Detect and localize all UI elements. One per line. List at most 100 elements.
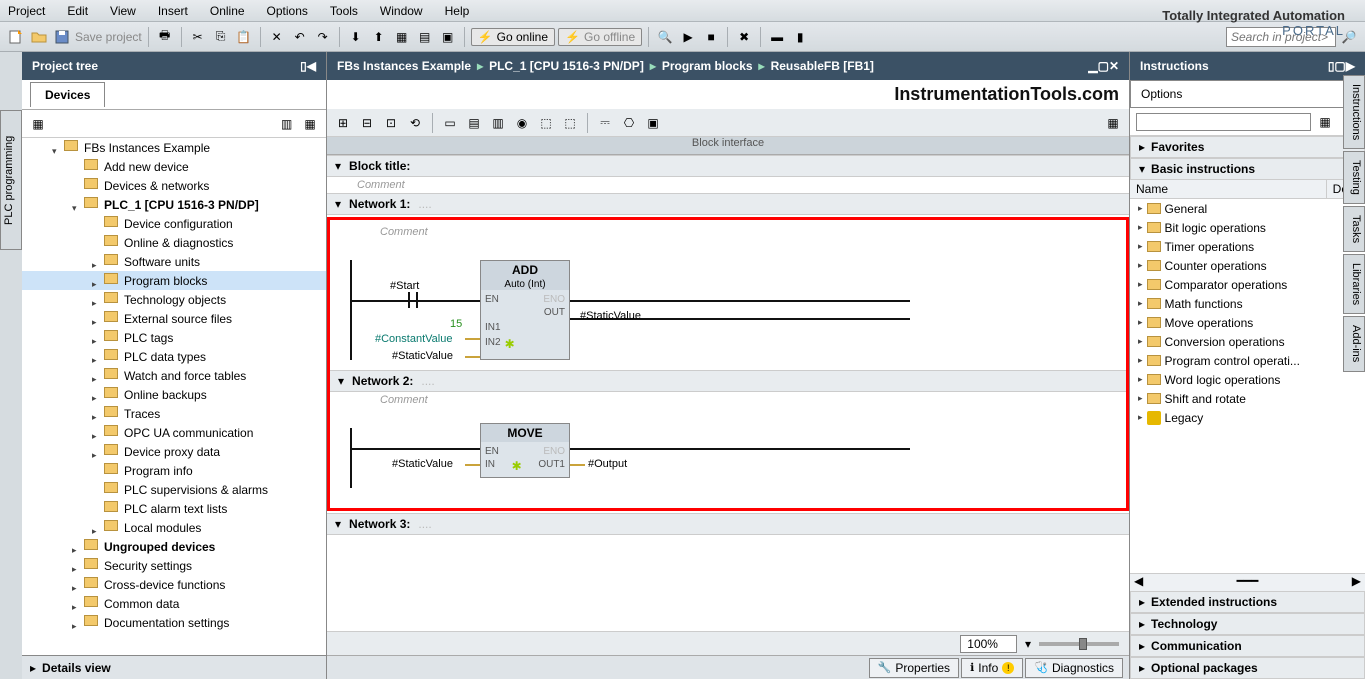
move-in-label[interactable]: #StaticValue [392,458,453,470]
block-comment[interactable]: Comment [327,177,1129,193]
tree-item[interactable]: Common data [22,594,326,613]
project-tree[interactable]: FBs Instances Example Add new device Devi… [22,138,326,655]
et-icon[interactable]: ⊡ [381,113,401,133]
instruction-category[interactable]: ▸Legacy [1130,408,1365,427]
pin-icon[interactable]: ▯ [1328,59,1335,73]
basic-accordion[interactable]: ▾Basic instructions [1130,158,1365,180]
instruction-category[interactable]: ▸Counter operations [1130,256,1365,275]
hwconfig-icon[interactable]: ▤ [415,27,435,47]
zoom-slider[interactable] [1039,642,1119,646]
et-icon[interactable]: ⎓ [595,113,615,133]
tree-root[interactable]: FBs Instances Example [22,138,326,157]
net1-comment[interactable]: Comment [350,224,1116,240]
cross-ref-icon[interactable]: ✖ [734,27,754,47]
tree-item[interactable]: PLC alarm text lists [22,499,326,518]
close-icon[interactable]: ✕ [1109,59,1119,73]
rtab-tasks[interactable]: Tasks [1343,206,1365,252]
start-tag[interactable]: #Start [390,280,419,292]
menu-edit[interactable]: Edit [67,4,88,18]
rtab-instructions[interactable]: Instructions [1343,75,1365,149]
menu-tools[interactable]: Tools [330,4,358,18]
et-icon[interactable]: ▥ [488,113,508,133]
tree-toolbar-icon[interactable]: ▦ [28,114,48,134]
tree-item[interactable]: PLC_1 [CPU 1516-3 PN/DP] [22,195,326,214]
compile-icon[interactable]: ▦ [392,27,412,47]
go-offline-button[interactable]: ⚡Go offline [558,28,642,46]
menu-insert[interactable]: Insert [158,4,188,18]
dock-icon[interactable]: ▢ [1334,59,1345,73]
tree-item[interactable]: Watch and force tables [22,366,326,385]
block-interface-bar[interactable]: Block interface [327,137,1129,155]
save-icon[interactable] [52,27,72,47]
instruction-category[interactable]: ▸Program control operati... [1130,351,1365,370]
tree-item[interactable]: Device proxy data [22,442,326,461]
copy-icon[interactable]: ⎘ [211,27,231,47]
tree-item[interactable]: Technology objects [22,290,326,309]
options-header[interactable]: Options [1130,80,1365,108]
et-icon[interactable]: ◉ [512,113,532,133]
optional-accordion[interactable]: ▸Optional packages [1130,657,1365,679]
extended-accordion[interactable]: ▸Extended instructions [1130,591,1365,613]
network1-ladder[interactable]: #Start ADD Auto (Int) ENENO OUT IN1 IN2✱… [350,240,1116,370]
delete-icon[interactable]: ✕ [267,27,287,47]
no-contact[interactable] [405,292,421,308]
diagnostics-tab[interactable]: 🩺Diagnostics [1025,658,1123,678]
upload-icon[interactable]: ⬆ [369,27,389,47]
net2-comment[interactable]: Comment [350,392,1116,408]
instruction-category[interactable]: ▸Conversion operations [1130,332,1365,351]
tree-item[interactable]: Program info [22,461,326,480]
instruction-category[interactable]: ▸Move operations [1130,313,1365,332]
et-icon[interactable]: ⟲ [405,113,425,133]
network3-header[interactable]: ▾Network 3:.... [327,513,1129,535]
zoom-select[interactable]: 100% [960,635,1017,653]
pin-icon[interactable]: ▯ [300,59,307,73]
hscroll[interactable]: ◀━━━▶ [1130,573,1365,591]
undo-icon[interactable]: ↶ [290,27,310,47]
save-project-label[interactable]: Save project [75,30,142,44]
menu-project[interactable]: Project [8,4,45,18]
collapse-icon[interactable]: ▶ [1346,59,1355,73]
favorites-accordion[interactable]: ▸Favorites [1130,136,1365,158]
tree-item[interactable]: Documentation settings [22,613,326,632]
menu-window[interactable]: Window [380,4,423,18]
go-online-button[interactable]: ⚡Go online [471,28,555,46]
paste-icon[interactable]: 📋 [234,27,254,47]
minimize-icon[interactable]: ▁ [1088,59,1097,73]
add-block[interactable]: ADD Auto (Int) ENENO OUT IN1 IN2✱ [480,260,570,360]
tree-item[interactable]: Local modules [22,518,326,537]
tree-item[interactable]: Online & diagnostics [22,233,326,252]
ladder-editor[interactable]: ▾Block title: Comment ▾Network 1:.... Co… [327,155,1129,631]
tree-item[interactable]: External source files [22,309,326,328]
redo-icon[interactable]: ↷ [313,27,333,47]
communication-accordion[interactable]: ▸Communication [1130,635,1365,657]
details-view-bar[interactable]: ▸Details view [22,655,326,679]
menu-online[interactable]: Online [210,4,245,18]
menu-options[interactable]: Options [267,4,308,18]
properties-tab[interactable]: 🔧Properties [869,658,959,678]
devices-tab[interactable]: Devices [30,82,105,107]
split-h-icon[interactable]: ▬ [767,27,787,47]
new-project-icon[interactable] [6,27,26,47]
instruction-category[interactable]: ▸Timer operations [1130,237,1365,256]
tree-view1-icon[interactable]: ▥ [277,114,297,134]
tree-item[interactable]: Device configuration [22,214,326,233]
et-icon[interactable]: ▭ [440,113,460,133]
sim-icon[interactable]: ▣ [438,27,458,47]
tree-item[interactable]: Add new device [22,157,326,176]
accessible-devices-icon[interactable]: 🔍 [655,27,675,47]
download-icon[interactable]: ⬇ [346,27,366,47]
et-icon[interactable]: ⬚ [560,113,580,133]
filter-icon[interactable]: ▦ [1315,112,1335,132]
network1-header[interactable]: ▾Network 1:.... [327,193,1129,215]
tree-item[interactable]: Software units [22,252,326,271]
rtab-libraries[interactable]: Libraries [1343,254,1365,314]
tree-item[interactable]: Cross-device functions [22,575,326,594]
et-icon[interactable]: ▦ [1103,113,1123,133]
et-icon[interactable]: ⎔ [619,113,639,133]
tree-view2-icon[interactable]: ▦ [300,114,320,134]
instruction-category[interactable]: ▸Shift and rotate [1130,389,1365,408]
et-icon[interactable]: ⬚ [536,113,556,133]
start-cpu-icon[interactable]: ▶ [678,27,698,47]
menu-view[interactable]: View [110,4,136,18]
maximize-icon[interactable]: ▢ [1098,59,1109,73]
